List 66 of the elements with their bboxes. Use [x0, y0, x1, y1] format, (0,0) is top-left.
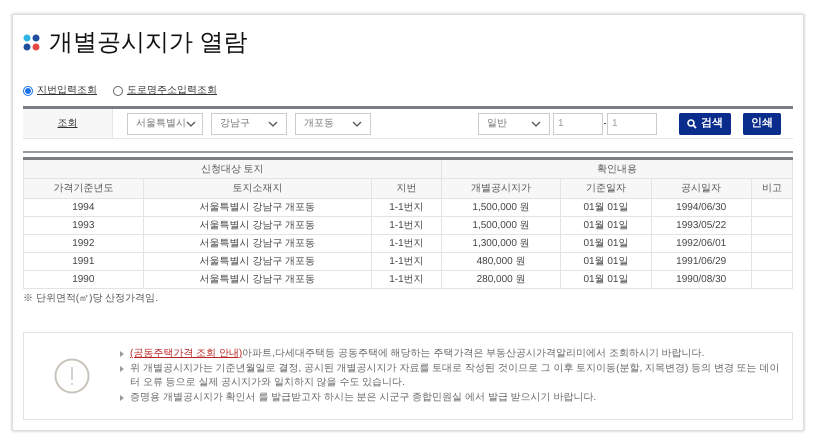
notice-text: 증명용 개별공시지가 확인서 를 발급받고자 하시는 분은 시군구 종합민원실 에서 발급 받으시기 바랍니다. [130, 391, 596, 405]
notice-text: 위 개별공시지가는 기준년월일로 결정, 공시된 개별공시지가 자료를 토대로 작성된 것이므로 그 이후 토지이동(분할, 지목변경) 등의 변경 또는 데이터 오류 등으로 실제 공시지가와 일치하지 않을 수도 있습니다. [130, 362, 780, 390]
table-cell: 서울특별시 강남구 개포동 [143, 270, 372, 288]
column-header: 공시일자 [651, 178, 752, 198]
table-cell: 1991 [24, 252, 144, 270]
table-cell: 1990 [24, 270, 144, 288]
column-header: 토지소재지 [143, 178, 372, 198]
bullet-icon [120, 395, 124, 401]
table-cell: 1993/05/22 [651, 216, 752, 234]
table-cell: 서울특별시 강남구 개포동 [143, 234, 372, 252]
table-cell: 1990/08/30 [651, 270, 752, 288]
lot-sub-field[interactable]: 1 [607, 112, 657, 134]
table-cell: 1994 [24, 198, 144, 216]
print-button[interactable]: 인쇄 [743, 112, 781, 134]
dropdown[interactable]: 개포동 [295, 112, 371, 134]
column-header: 개별공시지가 [441, 178, 561, 198]
group-header: 확인내용 [441, 158, 792, 178]
dropdown[interactable]: 서울특별시 [127, 112, 203, 134]
unit-note: ※ 단위면적(㎡)당 산정가격임. [23, 292, 159, 306]
lot-main-field[interactable]: 1 [553, 112, 603, 134]
table-cell: 1994/06/30 [651, 198, 752, 216]
column-header: 지번 [372, 178, 442, 198]
bullet-icon [120, 351, 124, 357]
table-cell: 1,500,000 원 [441, 198, 561, 216]
radio-option[interactable]: 지번입력조회 [23, 83, 97, 98]
chevron-down-icon [352, 120, 362, 126]
dropdown[interactable]: 강남구 [211, 112, 287, 134]
table-cell: 1992 [24, 234, 144, 252]
chevron-down-icon [186, 120, 196, 126]
exclamation-circle-icon [54, 358, 90, 394]
table-cell: 1-1번지 [372, 198, 442, 216]
bullet-icon [120, 366, 124, 372]
logo-dots-icon [23, 34, 41, 52]
table-cell: 서울특별시 강남구 개포동 [143, 216, 372, 234]
table-cell: 1,500,000 원 [441, 216, 561, 234]
column-header: 기준일자 [560, 178, 652, 198]
radio-option[interactable]: 도로명주소입력조회 [113, 83, 217, 98]
search-label: 조회 [58, 117, 78, 131]
table-cell: 1993 [24, 216, 144, 234]
table-cell: 1-1번지 [372, 234, 442, 252]
notice-link[interactable]: (공동주택가격 조회 안내) [130, 348, 242, 359]
search-button[interactable]: 검색 [679, 112, 731, 134]
table-cell: 01월 01일 [560, 216, 652, 234]
table-cell: 1992/06/01 [651, 234, 752, 252]
column-header: 비고 [751, 178, 792, 198]
table-cell: 1-1번지 [372, 270, 442, 288]
table-cell: 01월 01일 [560, 234, 652, 252]
table-cell: 1-1번지 [372, 252, 442, 270]
page-title: 개별공시지가 열람 [49, 28, 248, 58]
table-cell: 1-1번지 [372, 216, 442, 234]
table-cell: 01월 01일 [560, 252, 652, 270]
table-cell: 01월 01일 [560, 270, 652, 288]
table-cell: 480,000 원 [441, 252, 561, 270]
table-cell: 1991/06/29 [651, 252, 752, 270]
table-cell: 1,300,000 원 [441, 234, 561, 252]
column-header: 가격기준년도 [24, 178, 144, 198]
chevron-down-icon [268, 120, 278, 126]
table-cell: 280,000 원 [441, 270, 561, 288]
table-cell: 01월 01일 [560, 198, 652, 216]
chevron-down-icon [531, 120, 541, 126]
search-icon [687, 118, 697, 128]
table-cell: 서울특별시 강남구 개포동 [143, 252, 372, 270]
dropdown[interactable]: 일반 [478, 112, 550, 134]
table-cell: 서울특별시 강남구 개포동 [143, 198, 372, 216]
notice-text: (공동주택가격 조회 안내)아파트,다세대주택등 공동주택에 해당하는 주택가격은 부동산공시가격알리미에서 조회하시기 바랍니다. [130, 347, 704, 361]
group-header: 신청대상 토지 [24, 158, 442, 178]
